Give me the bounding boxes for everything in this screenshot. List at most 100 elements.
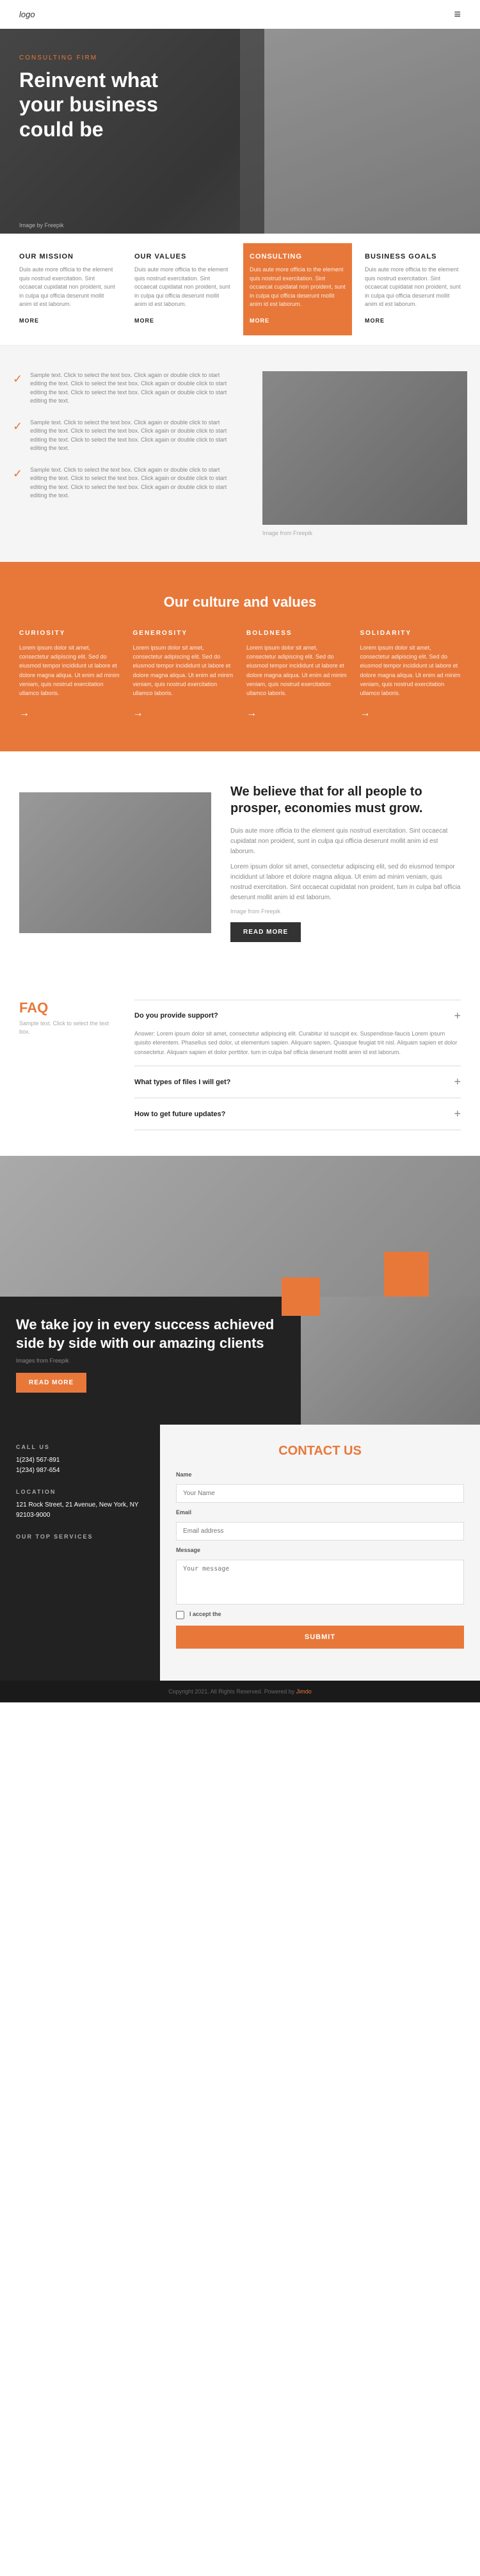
checks-image-area: Image from Freepik — [262, 371, 467, 536]
contact-call-heading: CALL US — [16, 1444, 144, 1450]
contact-section: CALL US 1(234) 567-891 1(234) 987-654 LO… — [0, 1425, 480, 1681]
believe-text: We believe that for all people to prospe… — [230, 783, 461, 942]
success-image-credit: Images from Freepik — [16, 1357, 285, 1364]
success-orange-block — [384, 1252, 429, 1297]
culture-section: Our culture and values CURIOSITY Lorem i… — [0, 562, 480, 751]
checkmark-icon: ✓ — [13, 467, 22, 481]
checkmark-icon: ✓ — [13, 372, 22, 386]
faq-item: What types of files I will get? + Answer… — [134, 1066, 461, 1098]
contact-form: Name Email Message I accept the SUBMIT — [176, 1471, 464, 1649]
mission-heading: Our Values — [134, 253, 230, 260]
mission-more-link[interactable]: MORE — [250, 317, 269, 324]
footer-text: Copyright 2021. All Rights Reserved. Pow… — [19, 1688, 461, 1695]
faq-question: What types of files I will get? — [134, 1078, 230, 1086]
faq-toggle-icon[interactable]: + — [454, 1009, 461, 1023]
success-title: We take joy in every success achieved si… — [16, 1316, 285, 1352]
menu-icon[interactable]: ≡ — [454, 8, 461, 21]
faq-item: Do you provide support? + Answer: Lorem … — [134, 1000, 461, 1066]
culture-arrow-icon[interactable]: → — [246, 708, 257, 719]
mission-col-our-values: Our Values Duis aute more officia to the… — [128, 253, 237, 326]
mission-section: Our Mission Duis aute more officia to th… — [0, 234, 480, 346]
culture-arrow-icon[interactable]: → — [19, 708, 29, 719]
hero-image-credit: Image by Freepik — [19, 222, 64, 228]
success-top-image — [0, 1156, 480, 1297]
navbar: logo ≡ — [0, 0, 480, 29]
success-bottom: We take joy in every success achieved si… — [0, 1297, 480, 1425]
culture-col-title: BOLDNESS — [246, 630, 348, 637]
culture-col-body: Lorem ipsum dolor sit amet, consectetur … — [360, 643, 461, 698]
believe-section: We believe that for all people to prospe… — [0, 751, 480, 974]
footer-link[interactable]: Jimdo — [296, 1688, 312, 1695]
checks-section: ✓ Sample text. Click to select the text … — [0, 346, 480, 562]
footer: Copyright 2021. All Rights Reserved. Pow… — [0, 1681, 480, 1702]
believe-body2: Lorem ipsum dolor sit amet, consectetur … — [230, 862, 461, 903]
mission-body: Duis aute more officia to the element qu… — [19, 266, 115, 309]
believe-image — [19, 792, 211, 933]
believe-image-credit: Image from Freepik — [230, 908, 461, 915]
checkbox-row: I accept the — [176, 1611, 464, 1619]
mission-more-link[interactable]: MORE — [365, 317, 385, 324]
check-text: Sample text. Click to select the text bo… — [30, 466, 237, 500]
success-section: We take joy in every success achieved si… — [0, 1156, 480, 1425]
check-text: Sample text. Click to select the text bo… — [30, 371, 237, 406]
mission-col-business-goals: Business Goals Duis aute more officia to… — [358, 253, 467, 326]
contact-top-services: OUR TOP SERVICES — [16, 1533, 144, 1540]
believe-read-more-button[interactable]: READ MORE — [230, 922, 301, 942]
believe-image-area — [19, 792, 211, 933]
contact-call: CALL US 1(234) 567-891 1(234) 987-654 — [16, 1444, 144, 1476]
culture-col-body: Lorem ipsum dolor sit amet, consectetur … — [133, 643, 234, 698]
hero-person-image — [240, 29, 480, 234]
contact-left-panel: CALL US 1(234) 567-891 1(234) 987-654 LO… — [0, 1425, 160, 1681]
mission-more-link[interactable]: MORE — [134, 317, 154, 324]
culture-col-1: GENEROSITY Lorem ipsum dolor sit amet, c… — [133, 630, 234, 719]
faq-question-row[interactable]: Do you provide support? + — [134, 1009, 461, 1023]
checks-image-credit: Image from Freepik — [262, 530, 467, 536]
contact-phone1: 1(234) 567-891 — [16, 1455, 144, 1466]
faq-toggle-icon[interactable]: + — [454, 1075, 461, 1089]
contact-location: LOCATION 121 Rock Street, 21 Avenue, New… — [16, 1489, 144, 1521]
check-item: ✓ Sample text. Click to select the text … — [13, 466, 237, 500]
mission-body: Duis aute more officia to the element qu… — [250, 266, 346, 309]
check-item: ✓ Sample text. Click to select the text … — [13, 371, 237, 406]
success-right-image — [301, 1297, 480, 1425]
logo: logo — [19, 10, 35, 19]
faq-question: Do you provide support? — [134, 1012, 218, 1020]
faq-question-row[interactable]: How to get future updates? + — [134, 1107, 461, 1121]
culture-arrow-icon[interactable]: → — [133, 708, 143, 719]
checkbox-label: I accept the — [189, 1611, 221, 1617]
faq-items: Do you provide support? + Answer: Lorem … — [134, 1000, 461, 1130]
mission-heading: Business Goals — [365, 253, 461, 260]
faq-toggle-icon[interactable]: + — [454, 1107, 461, 1121]
faq-item: How to get future updates? + Answer: Lor… — [134, 1098, 461, 1130]
believe-title: We believe that for all people to prospe… — [230, 783, 461, 817]
message-textarea[interactable] — [176, 1560, 464, 1604]
success-text-area: We take joy in every success achieved si… — [0, 1297, 301, 1425]
hero-content: CONSULTING FIRM Reinvent what your busin… — [19, 54, 198, 148]
email-input[interactable] — [176, 1522, 464, 1540]
culture-title: Our culture and values — [19, 594, 461, 611]
contact-title: CONTACT US — [176, 1444, 464, 1459]
check-item: ✓ Sample text. Click to select the text … — [13, 419, 237, 453]
message-label: Message — [176, 1547, 464, 1553]
culture-col-2: BOLDNESS Lorem ipsum dolor sit amet, con… — [246, 630, 348, 719]
name-label: Name — [176, 1471, 464, 1478]
culture-col-0: CURIOSITY Lorem ipsum dolor sit amet, co… — [19, 630, 120, 719]
email-label: Email — [176, 1509, 464, 1516]
culture-col-body: Lorem ipsum dolor sit amet, consectetur … — [19, 643, 120, 698]
mission-more-link[interactable]: MORE — [19, 317, 39, 324]
contact-right-panel: CONTACT US Name Email Message I accept t… — [160, 1425, 480, 1681]
faq-layout: FAQ Sample text. Click to select the tex… — [19, 1000, 461, 1130]
accept-checkbox[interactable] — [176, 1611, 184, 1619]
faq-question-row[interactable]: What types of files I will get? + — [134, 1075, 461, 1089]
contact-phone2: 1(234) 987-654 — [16, 1466, 144, 1476]
culture-arrow-icon[interactable]: → — [360, 708, 371, 719]
culture-col-body: Lorem ipsum dolor sit amet, consectetur … — [246, 643, 348, 698]
name-input[interactable] — [176, 1484, 464, 1503]
culture-col-3: SOLIDARITY Lorem ipsum dolor sit amet, c… — [360, 630, 461, 719]
success-read-more-button[interactable]: READ MORE — [16, 1373, 86, 1393]
submit-button[interactable]: SUBMIT — [176, 1626, 464, 1649]
faq-section: FAQ Sample text. Click to select the tex… — [0, 974, 480, 1156]
hero-title: Reinvent what your business could be — [19, 68, 198, 141]
contact-services-heading: OUR TOP SERVICES — [16, 1533, 144, 1540]
checks-image — [262, 371, 467, 525]
